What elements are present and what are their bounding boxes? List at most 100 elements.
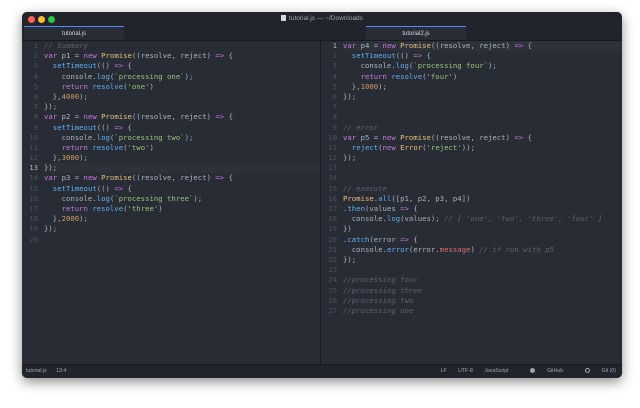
- code-token: );: [378, 81, 387, 91]
- code-line[interactable]: console.log(`processing three`);: [44, 194, 320, 204]
- code-token: `processing two`: [114, 132, 185, 142]
- code-line[interactable]: [343, 102, 622, 112]
- code-line[interactable]: var p5 = new Promise((resolve, reject) =…: [343, 133, 622, 143]
- code-token: p3 =: [57, 173, 84, 183]
- code-line[interactable]: setTimeout(() => {: [44, 123, 320, 133]
- code-line[interactable]: },2000);: [44, 214, 320, 224]
- code-line[interactable]: .catch(error => {: [343, 235, 622, 245]
- editor-pane-left[interactable]: 1 2 3 4 5 6 7 8 9 10 11 12 13 14 15 16 17 18 19 20 // Summa…: [22, 41, 320, 365]
- code-token: Promise: [400, 132, 431, 142]
- editor-pane-right[interactable]: 1 2 3 4 5 6 7 8 9 10 11 12 13 14 15 16 17 18 19 20 21 22 23 24 2…: [320, 41, 622, 365]
- code-token: then: [347, 204, 365, 213]
- status-encoding[interactable]: UTF-8: [458, 368, 473, 374]
- code-token: //processing three: [343, 285, 423, 295]
- code-line[interactable]: console.log(`processing one`);: [44, 72, 320, 82]
- code-token: log: [96, 193, 110, 203]
- code-line[interactable]: var p4 = new Promise((resolve, reject) =…: [343, 41, 622, 52]
- code-line[interactable]: Promise.all([p1, p2, p3, p4]): [343, 194, 622, 204]
- code-line[interactable]: return resolve('three'): [44, 204, 320, 214]
- code-area[interactable]: // Summary var p1 = new Promise((resolve,…: [44, 41, 320, 245]
- code-token: =>: [400, 204, 409, 213]
- status-grammar[interactable]: JavaScript: [484, 368, 508, 374]
- code-line[interactable]: .then(values => {: [343, 204, 622, 214]
- code-token: ((): [96, 122, 115, 132]
- status-line-ending[interactable]: LF: [441, 368, 447, 374]
- code-line[interactable]: console.error(error.message) // if run w…: [343, 245, 622, 255]
- status-cursor-position[interactable]: 13:4: [56, 368, 66, 374]
- line-number: 5: [332, 81, 337, 91]
- code-token: resolve: [391, 71, 423, 81]
- code-token: `processing one`: [114, 71, 185, 81]
- code-line[interactable]: },1000);: [343, 82, 622, 92]
- code-line[interactable]: //processing one: [343, 306, 622, 316]
- code-area[interactable]: var p4 = new Promise((resolve, reject) =…: [343, 41, 622, 316]
- code-line[interactable]: setTimeout(() => {: [44, 61, 320, 71]
- code-line[interactable]: [44, 235, 320, 245]
- line-number: 8: [33, 112, 38, 122]
- status-file-name[interactable]: tutorial.js: [26, 368, 47, 374]
- code-line[interactable]: console.log(`processing four`);: [343, 61, 622, 71]
- code-token: ((resolve, reject): [131, 112, 216, 122]
- code-line[interactable]: //processing three: [343, 286, 622, 296]
- code-line[interactable]: });: [44, 163, 320, 174]
- code-token: {: [123, 122, 132, 132]
- code-line[interactable]: [343, 112, 622, 122]
- code-line[interactable]: });: [44, 102, 320, 112]
- code-token: console.: [44, 132, 97, 142]
- code-line[interactable]: var p1 = new Promise((resolve, reject) =…: [44, 51, 320, 61]
- code-token: );: [79, 91, 88, 101]
- line-number: 16: [328, 193, 337, 203]
- code-line[interactable]: return resolve('two'): [44, 143, 320, 153]
- code-line[interactable]: var p2 = new Promise((resolve, reject) =…: [44, 112, 320, 122]
- code-line[interactable]: reject(new Error('reject'));: [343, 143, 622, 153]
- code-line[interactable]: });: [44, 224, 320, 234]
- line-number: 9: [33, 122, 38, 132]
- code-line[interactable]: });: [343, 255, 622, 265]
- code-token: return: [61, 142, 88, 152]
- status-github[interactable]: GitHub: [520, 367, 563, 374]
- code-token: return: [61, 204, 88, 213]
- code-line[interactable]: });: [343, 92, 622, 102]
- code-line[interactable]: //processing four: [343, 275, 622, 285]
- code-line[interactable]: //processing two: [343, 296, 622, 306]
- tab-tutorial2-js[interactable]: tutorial2.js: [366, 26, 466, 40]
- code-line[interactable]: setTimeout(() => {: [44, 184, 320, 194]
- code-token: =>: [413, 51, 423, 61]
- line-number: 19: [328, 224, 337, 234]
- code-line[interactable]: });: [343, 153, 622, 163]
- line-number: 2: [332, 51, 337, 61]
- code-token: resolve: [92, 204, 124, 213]
- code-line[interactable]: return resolve('one'): [44, 82, 320, 92]
- status-git[interactable]: Git (0): [575, 367, 616, 374]
- code-token: });: [44, 163, 58, 173]
- code-token: (values: [364, 204, 401, 213]
- code-line[interactable]: console.log(`processing two`);: [44, 133, 320, 143]
- code-line[interactable]: },3000);: [44, 153, 320, 163]
- tab-tutorial-js[interactable]: tutorial.js: [24, 26, 124, 40]
- code-line[interactable]: // execute: [343, 184, 622, 194]
- code-line[interactable]: [343, 173, 622, 183]
- code-token: =>: [514, 132, 524, 142]
- code-token: //processing four: [343, 275, 418, 285]
- line-number: 13: [29, 163, 38, 173]
- code-line[interactable]: var p3 = new Promise((resolve, reject) =…: [44, 173, 320, 183]
- code-line[interactable]: // error: [343, 123, 622, 133]
- code-line[interactable]: console.log(values); // [ 'one', 'two', …: [343, 214, 622, 224]
- code-line[interactable]: [343, 163, 622, 173]
- code-token: var: [44, 173, 58, 183]
- code-token: p1 =: [57, 51, 84, 61]
- line-number: 6: [332, 91, 337, 101]
- line-number: 5: [33, 81, 38, 91]
- code-line[interactable]: return resolve('four'): [343, 72, 622, 82]
- code-line[interactable]: setTimeout(() => {: [343, 51, 622, 61]
- code-line[interactable]: [343, 265, 622, 275]
- code-line[interactable]: }): [343, 224, 622, 234]
- code-token: =>: [400, 234, 409, 244]
- code-token: 'one': [127, 81, 150, 91]
- code-line[interactable]: // Summary: [44, 41, 320, 51]
- code-line[interactable]: },4000);: [44, 92, 320, 102]
